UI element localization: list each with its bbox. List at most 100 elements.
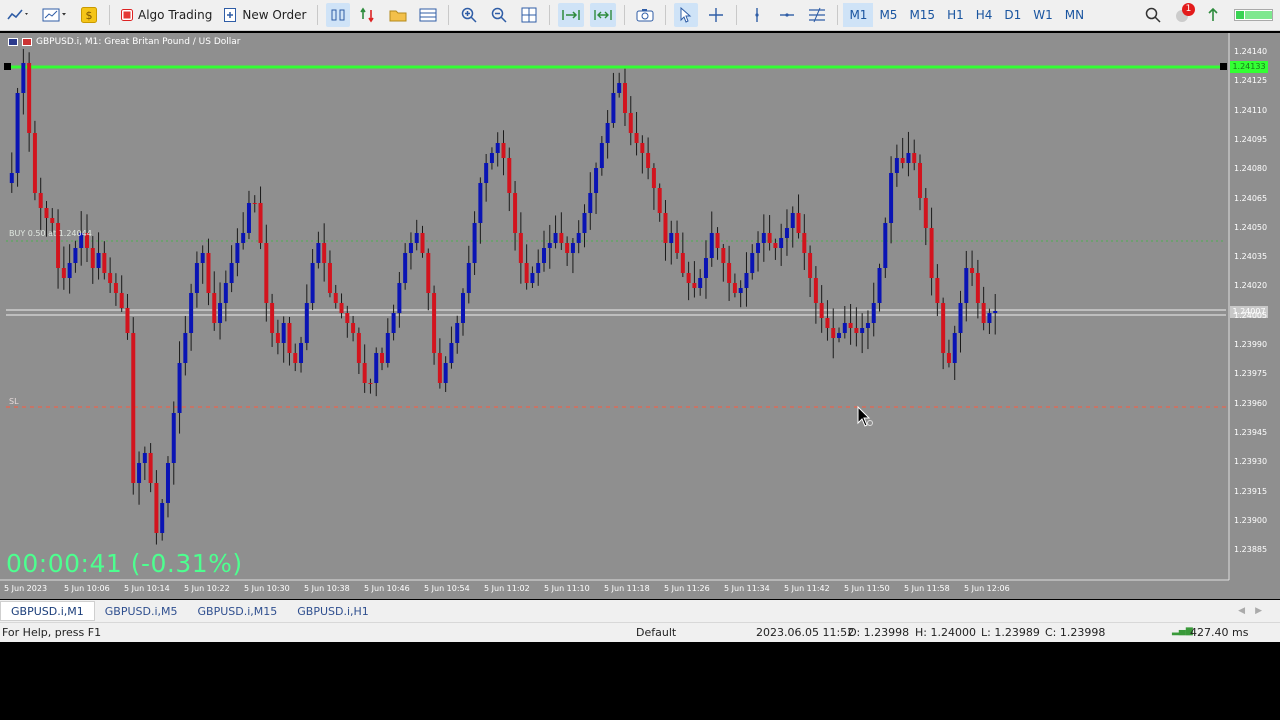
price-tick-label: 1.24005 [1234,310,1268,320]
algo-trading-button[interactable]: Algo Trading [118,3,215,27]
open-folder-button[interactable] [386,3,410,27]
candle-body [970,268,975,273]
tab-gbpusd-m15[interactable]: GBPUSD.i,M15 [188,601,288,621]
candle-body [21,63,26,93]
price-tick-label: 1.24110 [1234,105,1268,115]
auto-scroll-button[interactable] [590,3,617,27]
tp-line-handle-left[interactable] [4,63,11,70]
vertical-line-button[interactable] [745,3,769,27]
price-tick-label: 1.23975 [1234,369,1268,379]
data-window-button[interactable] [416,3,440,27]
crosshair-button[interactable] [704,3,728,27]
main-toolbar: $ Algo Trading New Order M1 M5 M15 H1 H4… [0,0,1280,31]
candle-body [484,163,489,183]
candle-body [414,233,419,243]
signal-button[interactable] [1201,3,1225,27]
candle-body [90,248,95,268]
tile-windows-button[interactable] [517,3,541,27]
chart-header: GBPUSD.i, M1: Great Britan Pound / US Do… [8,37,240,47]
candle-body [912,153,917,163]
candle-body [241,233,246,243]
candle-body [993,311,998,313]
candle-body [356,333,361,363]
objects-list-button[interactable] [805,3,829,27]
candle-body [889,173,894,223]
candle-body [403,253,408,283]
price-tick-label: 1.23885 [1234,545,1268,555]
candle-body [582,213,587,233]
price-tick-label: 1.24140 [1234,47,1268,56]
candle-body [27,63,32,133]
tab-gbpusd-h1[interactable]: GBPUSD.i,H1 [287,601,379,621]
candle-body [796,213,801,233]
candle-body [102,253,107,273]
auto-scroll-icon [594,10,613,20]
timeframe-h1[interactable]: H1 [941,3,970,27]
candle-body [304,303,309,343]
bar-chart-button[interactable] [326,3,351,27]
candle-body [252,203,257,204]
cursor-button[interactable] [674,3,699,27]
new-order-button[interactable]: New Order [221,3,309,27]
notifications-button[interactable]: 1 [1171,3,1195,27]
status-high: H: 1.24000 [915,626,976,639]
candle-body [669,233,674,243]
timeframe-w1[interactable]: W1 [1027,3,1059,27]
zoom-in-button[interactable] [457,3,481,27]
candlestick-chart[interactable] [0,33,1280,599]
candle-body [513,193,518,233]
tp-line-handle-right[interactable] [1220,63,1227,70]
timeframe-h4[interactable]: H4 [970,3,999,27]
candle-body [744,273,749,288]
candle-body [622,83,627,113]
candle-body [559,233,564,243]
timeframe-d1[interactable]: D1 [998,3,1027,27]
candle-body [813,278,818,303]
timeframe-m15[interactable]: M15 [903,3,941,27]
search-button[interactable] [1141,3,1165,27]
candle-body [883,223,888,268]
price-chart[interactable]: GBPUSD.i, M1: Great Britan Pound / US Do… [0,33,1280,599]
candle-body [281,323,286,343]
price-tick-label: 1.24020 [1234,281,1268,291]
candle-body [310,263,315,303]
price-tick-label: 1.24050 [1234,222,1268,232]
connection-status[interactable] [1231,3,1277,27]
candle-body [958,303,963,333]
candle-body [588,193,593,213]
templates-menu[interactable] [39,3,71,27]
tab-gbpusd-m1[interactable]: GBPUSD.i,M1 [0,601,95,621]
horizontal-line-button[interactable] [775,3,799,27]
timeframe-m1[interactable]: M1 [843,3,874,27]
candle-body [594,168,599,193]
screenshot-button[interactable] [633,3,657,27]
price-tick-label: 1.24095 [1234,134,1268,144]
candle-body [113,283,118,293]
candle-body [854,328,859,333]
candle-body [293,353,298,363]
timeframe-m5[interactable]: M5 [873,3,903,27]
time-tick-label: 5 Jun 2023 [4,584,48,593]
market-button[interactable]: $ [77,3,101,27]
tab-gbpusd-m5[interactable]: GBPUSD.i,M5 [95,601,188,621]
ping-value: 427.40 ms [1190,626,1249,639]
candle-body [975,273,980,303]
tab-scroll-arrows-icon[interactable]: ◀▶ [1238,606,1280,616]
candle-body [61,268,66,278]
timeframe-mn[interactable]: MN [1059,3,1090,27]
chart-type-menu[interactable] [3,3,33,27]
signal-icon [1208,7,1218,21]
chart-shift-button[interactable] [558,3,585,27]
profile-name: Default [636,626,677,639]
status-bar: For Help, press F1 Default 2023.06.05 11… [0,622,1280,642]
tp-price-tag: 1.24133 [1230,61,1268,73]
candle-body [894,158,899,173]
candle-body [715,233,720,248]
candle-body [443,363,448,383]
autoscroll-button[interactable] [356,3,380,27]
time-tick-label: 5 Jun 11:42 [784,584,830,593]
candle-body [397,283,402,313]
us-flag-icon [22,38,32,46]
zoom-out-button[interactable] [487,3,511,27]
candle-body [808,253,813,278]
